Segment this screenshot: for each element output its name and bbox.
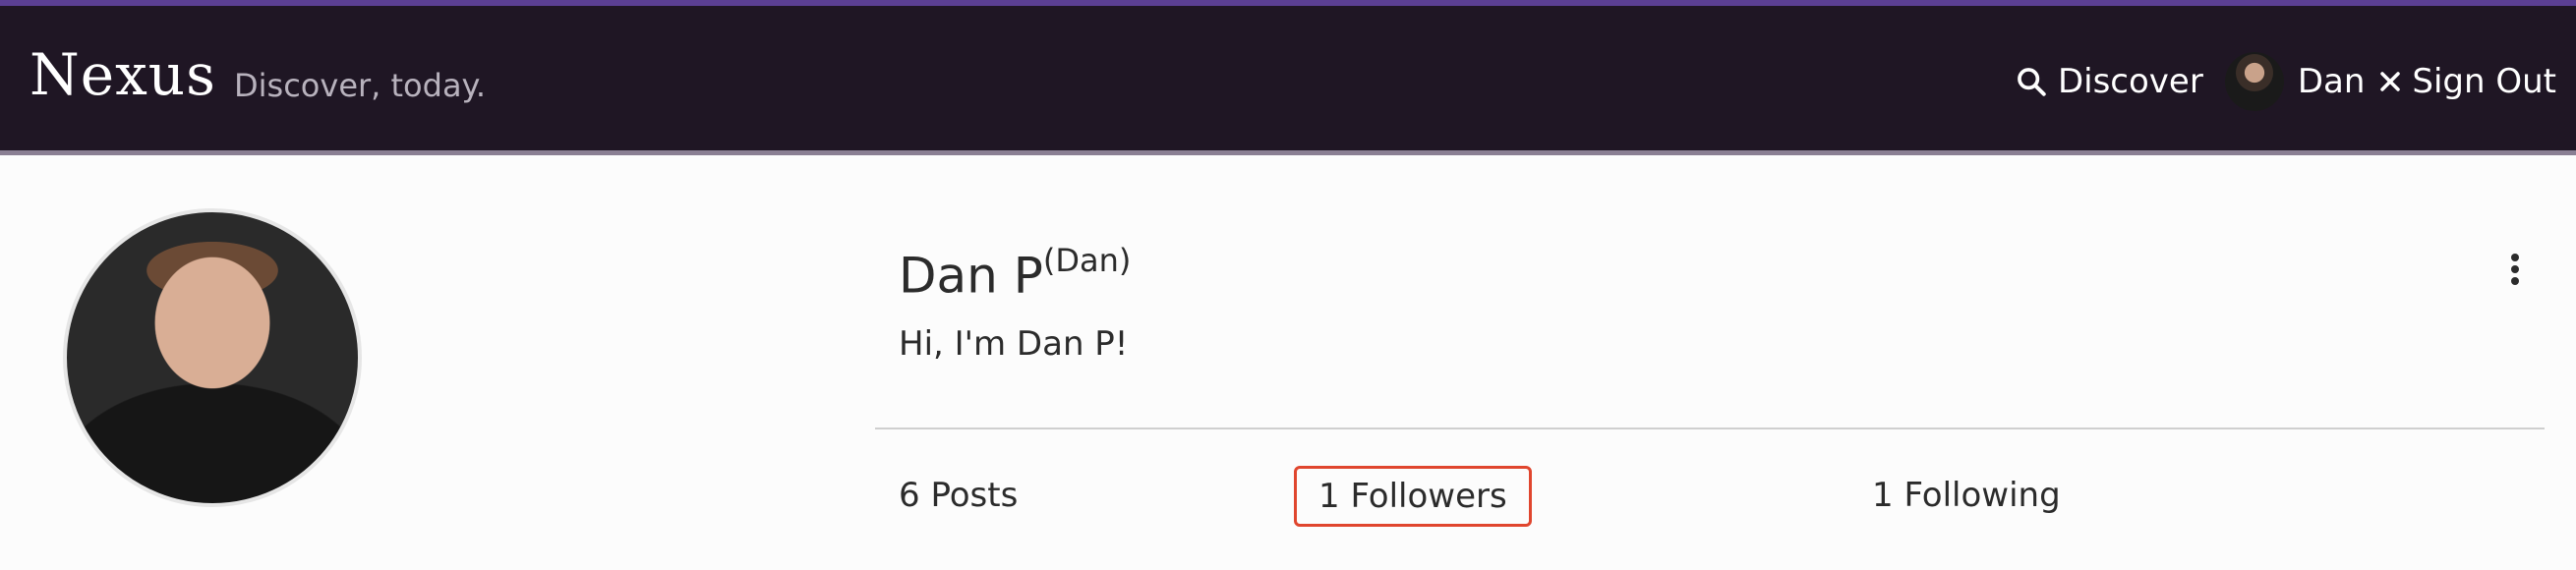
sign-out-link[interactable]: Sign Out (2378, 62, 2556, 101)
discover-label: Discover (2057, 62, 2203, 101)
brand-logo[interactable]: Nexus (29, 41, 216, 108)
profile-bio: Hi, I'm Dan P! (899, 324, 1129, 364)
profile-content (0, 155, 2576, 570)
divider (875, 428, 2545, 429)
user-menu-link[interactable]: Dan (2217, 52, 2366, 111)
profile-name: Dan P (899, 247, 1043, 305)
sign-out-label: Sign Out (2412, 62, 2556, 101)
following-count[interactable]: 1 Following (1872, 476, 2061, 515)
avatar (2224, 52, 2284, 111)
top-navbar: Nexus Discover, today. Discover Dan Sign… (0, 0, 2576, 155)
profile-avatar (63, 208, 362, 507)
followers-count[interactable]: 1 Followers (1294, 466, 1532, 527)
navbar-actions: Discover Dan Sign Out (2015, 49, 2556, 114)
search-icon (2018, 68, 2046, 96)
user-name: Dan (2297, 62, 2366, 101)
profile-username: (Dan) (1042, 242, 1132, 279)
close-icon (2380, 72, 2401, 91)
more-vertical-icon[interactable] (2505, 254, 2525, 289)
posts-count[interactable]: 6 Posts (899, 476, 1018, 515)
discover-link[interactable]: Discover (2015, 62, 2203, 101)
tagline: Discover, today. (234, 67, 487, 104)
profile-name-row: Dan P(Dan) (899, 242, 1131, 305)
